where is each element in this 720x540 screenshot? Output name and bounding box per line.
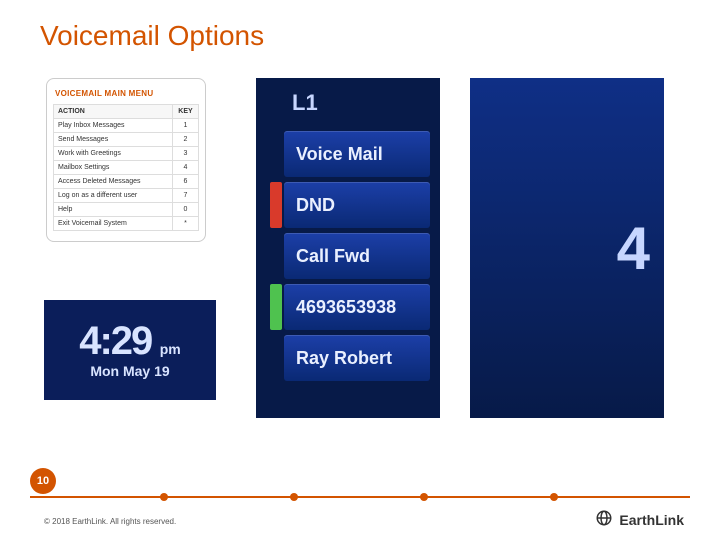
voicemail-menu-table: ACTION KEY Play Inbox Messages1 Send Mes… — [53, 104, 199, 231]
time-date: Mon May 19 — [90, 363, 169, 379]
footer-dot — [160, 493, 168, 501]
phone-menu-label: 4693653938 — [296, 297, 396, 318]
action-cell: Mailbox Settings — [54, 161, 173, 175]
key-cell: 6 — [173, 175, 199, 189]
phone-time-photo: 4:29 pm Mon May 19 — [44, 300, 216, 400]
phone-menu-label: Ray Robert — [296, 348, 392, 369]
col-action-header: ACTION — [54, 105, 173, 119]
phone-menu-label: Call Fwd — [296, 246, 370, 267]
action-cell: Help — [54, 203, 173, 217]
key-cell: 0 — [173, 203, 199, 217]
table-row: Exit Voicemail System* — [54, 217, 199, 231]
phone-menu-item: Call Fwd — [284, 233, 430, 279]
phone-right-photo: 4 — [470, 78, 664, 418]
phone-menu-label: DND — [296, 195, 335, 216]
copyright-text: © 2018 EarthLink. All rights reserved. — [44, 517, 176, 526]
key-cell: 3 — [173, 147, 199, 161]
key-cell: 2 — [173, 133, 199, 147]
table-row: Send Messages2 — [54, 133, 199, 147]
table-row: Work with Greetings3 — [54, 147, 199, 161]
action-cell: Work with Greetings — [54, 147, 173, 161]
globe-icon — [595, 509, 613, 530]
time-value: 4:29 — [79, 319, 151, 363]
footer-divider — [30, 496, 690, 498]
footer-dot — [550, 493, 558, 501]
page-number-badge: 10 — [30, 468, 56, 494]
voicemail-menu-heading: VOICEMAIL MAIN MENU — [53, 85, 199, 104]
table-row: Play Inbox Messages1 — [54, 119, 199, 133]
col-key-header: KEY — [173, 105, 199, 119]
footer-dot — [290, 493, 298, 501]
key-cell: 1 — [173, 119, 199, 133]
phone-menu-header: L1 — [256, 86, 430, 126]
key-cell: 4 — [173, 161, 199, 175]
phone-menu-photo: L1 Voice Mail DND Call Fwd 4693653938 Ra… — [256, 78, 440, 418]
action-cell: Send Messages — [54, 133, 173, 147]
key-cell: * — [173, 217, 199, 231]
status-flag-red — [270, 182, 282, 228]
right-photo-glyph: 4 — [617, 214, 650, 283]
table-row: Help0 — [54, 203, 199, 217]
action-cell: Play Inbox Messages — [54, 119, 173, 133]
brand-logo: EarthLink — [595, 509, 684, 530]
voicemail-menu-card: VOICEMAIL MAIN MENU ACTION KEY Play Inbo… — [46, 78, 206, 242]
table-row: Log on as a different user7 — [54, 189, 199, 203]
key-cell: 7 — [173, 189, 199, 203]
footer-dot — [420, 493, 428, 501]
slide-title: Voicemail Options — [40, 20, 264, 52]
table-row: Mailbox Settings4 — [54, 161, 199, 175]
phone-menu-item: Ray Robert — [284, 335, 430, 381]
action-cell: Log on as a different user — [54, 189, 173, 203]
phone-menu-item: Voice Mail — [284, 131, 430, 177]
phone-menu-item: 4693653938 — [284, 284, 430, 330]
time-ampm: pm — [160, 341, 181, 357]
action-cell: Exit Voicemail System — [54, 217, 173, 231]
phone-menu-item: DND — [284, 182, 430, 228]
action-cell: Access Deleted Messages — [54, 175, 173, 189]
table-row: Access Deleted Messages6 — [54, 175, 199, 189]
phone-menu-label: Voice Mail — [296, 144, 383, 165]
status-flag-green — [270, 284, 282, 330]
brand-name: EarthLink — [619, 512, 684, 528]
